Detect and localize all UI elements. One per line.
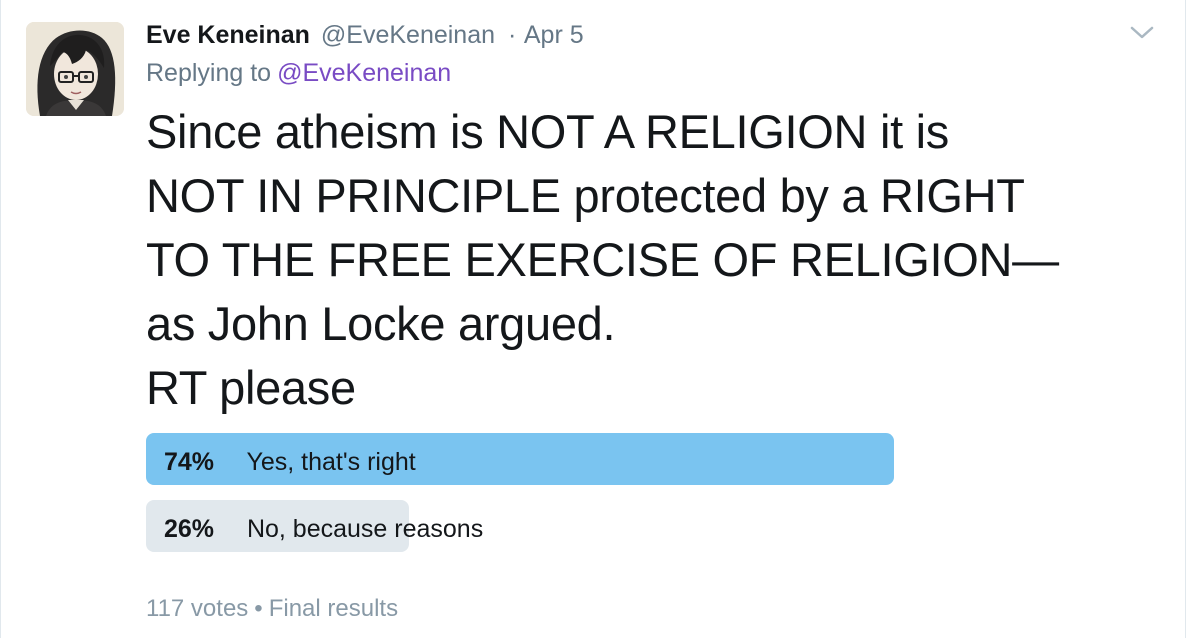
- chevron-down-icon[interactable]: [1129, 24, 1155, 42]
- poll-footer-bullet: •: [254, 595, 263, 622]
- header-separator: ·: [507, 21, 517, 49]
- avatar-image: [26, 22, 124, 116]
- tweet-date[interactable]: Apr 5: [524, 21, 584, 49]
- display-name[interactable]: Eve Keneinan: [146, 21, 310, 49]
- poll: 74% Yes, that's right 26% No, because re…: [146, 433, 894, 567]
- avatar[interactable]: [26, 22, 124, 116]
- tweet-content: Eve Keneinan @EveKeneinan · Apr 5 Replyi…: [146, 18, 1155, 420]
- tweet-text: Since atheism is NOT A RELIGION it is NO…: [146, 100, 1155, 420]
- tweet-text-line: as John Locke argued.: [146, 297, 616, 350]
- poll-percent: 74%: [164, 448, 215, 476]
- poll-option-no: 26% No, because reasons: [146, 500, 894, 552]
- tweet-header: Eve Keneinan @EveKeneinan · Apr 5: [146, 18, 1155, 52]
- tweet-text-line: NOT IN PRINCIPLE protected by a RIGHT: [146, 169, 1025, 222]
- tweet-text-line: RT please: [146, 361, 356, 414]
- poll-vote-count: 117 votes: [146, 595, 249, 622]
- tweet-text-line: Since atheism is NOT A RELIGION it is: [146, 105, 949, 158]
- poll-percent: 26%: [164, 515, 215, 543]
- reply-prefix: Replying to: [146, 59, 272, 87]
- poll-choice-text: Yes, that's right: [246, 448, 416, 476]
- tweet-text-line: TO THE FREE EXERCISE OF RELIGION—: [146, 233, 1059, 286]
- reply-context: Replying to @EveKeneinan: [146, 56, 1155, 90]
- reply-target-link[interactable]: @EveKeneinan: [277, 59, 451, 87]
- poll-status: Final results: [268, 595, 399, 622]
- tweet-card: Eve Keneinan @EveKeneinan · Apr 5 Replyi…: [0, 0, 1186, 638]
- user-handle[interactable]: @EveKeneinan: [321, 21, 495, 49]
- poll-option-label: 26% No, because reasons: [164, 500, 483, 552]
- poll-choice-text: No, because reasons: [246, 515, 484, 543]
- poll-option-yes: 74% Yes, that's right: [146, 433, 894, 485]
- poll-option-label: 74% Yes, that's right: [164, 433, 416, 485]
- poll-footer: 117 votes • Final results: [146, 592, 398, 626]
